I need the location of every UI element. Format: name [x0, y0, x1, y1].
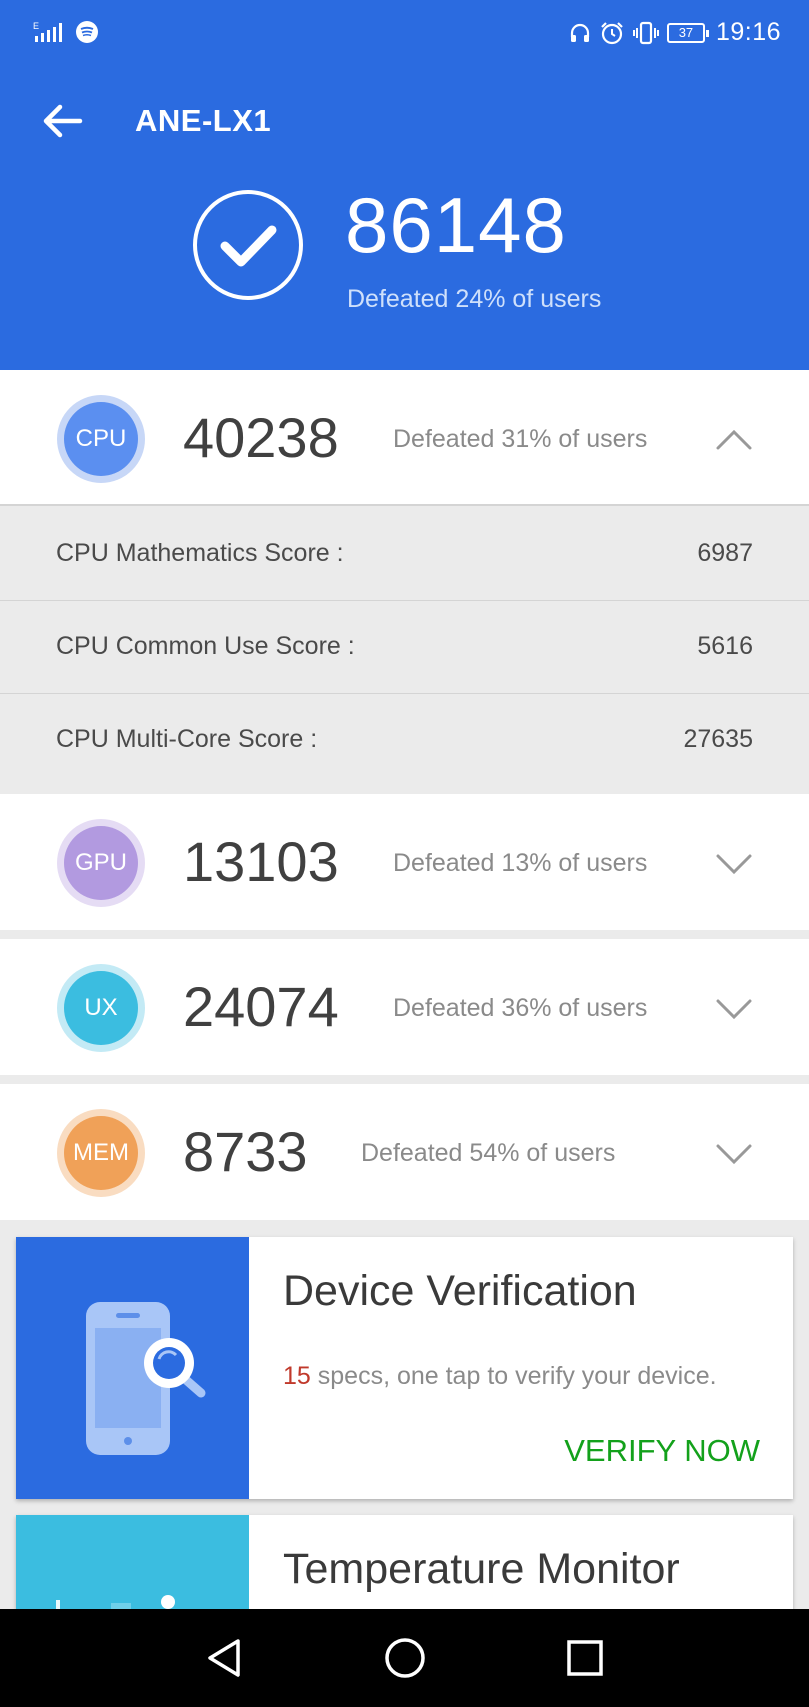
- status-time: 19:16: [715, 18, 781, 46]
- system-nav-bar: [0, 1609, 809, 1707]
- status-left: E: [33, 20, 99, 44]
- cpu-detail-row: CPU Multi-Core Score : 27635: [0, 694, 809, 794]
- total-defeated-text: Defeated 24% of users: [347, 285, 602, 313]
- ux-badge-label: UX: [64, 971, 138, 1045]
- svg-text:E: E: [33, 21, 39, 31]
- verify-now-button[interactable]: VERIFY NOW: [564, 1433, 760, 1469]
- nav-back-icon[interactable]: [200, 1633, 250, 1683]
- total-score: 86148: [345, 181, 567, 269]
- chevron-up-icon[interactable]: [714, 420, 754, 460]
- cpu-detail-label: CPU Multi-Core Score :: [56, 725, 318, 753]
- cpu-score: 40238: [183, 406, 339, 469]
- ux-badge: UX: [57, 964, 145, 1052]
- mem-defeated-text: Defeated 54% of users: [361, 1139, 616, 1167]
- status-right: 37 19:16: [568, 18, 781, 47]
- chevron-down-icon[interactable]: [714, 1134, 754, 1174]
- cpu-detail-label: CPU Common Use Score :: [56, 632, 355, 660]
- card-description-text: specs, one tap to verify your device.: [310, 1362, 717, 1390]
- score-row-cpu[interactable]: CPU 40238 Defeated 31% of users: [0, 370, 809, 506]
- result-header: E 37 19:16 ANE-LX1 86148 Defeated 24% of…: [0, 0, 809, 370]
- cpu-defeated-text: Defeated 31% of users: [393, 425, 648, 453]
- ux-defeated-text: Defeated 36% of users: [393, 994, 648, 1022]
- back-arrow-icon[interactable]: [38, 96, 88, 146]
- signal-icon: E: [33, 21, 62, 42]
- vibrate-icon: [632, 21, 659, 44]
- mem-badge-label: MEM: [64, 1116, 138, 1190]
- app-root: E 37 19:16 ANE-LX1 86148 Defeated 24% of…: [0, 0, 809, 1707]
- mem-score: 8733: [183, 1120, 308, 1183]
- cpu-badge: CPU: [57, 395, 145, 483]
- chevron-down-icon[interactable]: [714, 989, 754, 1029]
- check-circle-icon: [193, 190, 303, 300]
- device-verification-card[interactable]: Device Verification 15 specs, one tap to…: [16, 1237, 793, 1499]
- ux-score: 24074: [183, 975, 339, 1038]
- gpu-defeated-text: Defeated 13% of users: [393, 849, 648, 877]
- cpu-detail-value: 27635: [683, 725, 753, 753]
- mem-badge: MEM: [57, 1109, 145, 1197]
- status-bar: E 37 19:16: [0, 0, 809, 68]
- card-title: Temperature Monitor: [283, 1545, 680, 1593]
- device-name: ANE-LX1: [135, 103, 272, 138]
- gpu-badge: GPU: [57, 819, 145, 907]
- headphones-icon: [570, 23, 590, 42]
- score-row-mem[interactable]: MEM 8733 Defeated 54% of users: [0, 1084, 809, 1220]
- cpu-detail-row: CPU Common Use Score : 5616: [0, 601, 809, 694]
- chevron-down-icon[interactable]: [714, 844, 754, 884]
- cpu-detail-row: CPU Mathematics Score : 6987: [0, 508, 809, 601]
- card-description: 15 specs, one tap to verify your device.: [283, 1362, 717, 1391]
- nav-recents-icon[interactable]: [560, 1633, 610, 1683]
- cpu-detail-label: CPU Mathematics Score :: [56, 539, 344, 567]
- battery-icon: 37: [666, 22, 709, 43]
- spotify-icon: [76, 21, 98, 43]
- nav-home-icon[interactable]: [380, 1633, 430, 1683]
- cpu-detail-value: 5616: [697, 632, 753, 660]
- phone-search-illustration: [16, 1237, 249, 1499]
- card-title: Device Verification: [283, 1267, 637, 1315]
- battery-level: 37: [678, 25, 694, 40]
- cpu-badge-label: CPU: [64, 402, 138, 476]
- score-row-ux[interactable]: UX 24074 Defeated 36% of users: [0, 939, 809, 1075]
- spec-count: 15: [283, 1362, 311, 1390]
- gpu-score: 13103: [183, 830, 339, 893]
- score-row-gpu[interactable]: GPU 13103 Defeated 13% of users: [0, 794, 809, 930]
- cpu-detail-value: 6987: [697, 539, 753, 567]
- gpu-badge-label: GPU: [64, 826, 138, 900]
- alarm-icon: [601, 21, 623, 44]
